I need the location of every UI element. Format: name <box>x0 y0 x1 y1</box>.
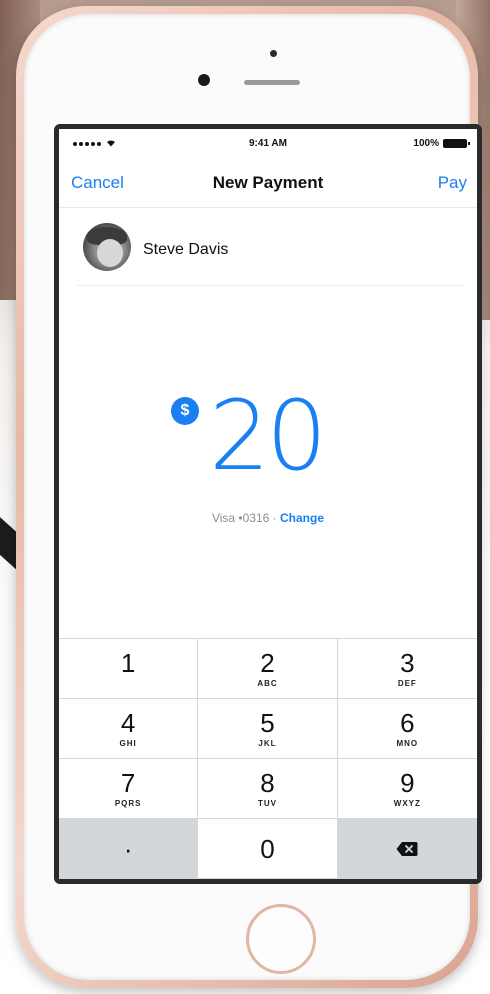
key-digit: 0 <box>260 833 275 864</box>
key-digit: 9 <box>400 767 415 798</box>
key-digit: 5 <box>260 707 275 738</box>
key-digit: 8 <box>260 767 275 798</box>
key-8[interactable]: 8 TUV <box>198 759 338 819</box>
key-7[interactable]: 7 PQRS <box>59 759 199 819</box>
battery-percent: 100% <box>413 138 439 149</box>
screen-bezel: 9:41 AM 100% Cancel New Payment Pay Stev… <box>54 124 482 884</box>
front-sensor <box>270 50 277 57</box>
amount-display: $ 20 <box>59 379 477 499</box>
key-9[interactable]: 9 WXYZ <box>337 759 477 819</box>
key-digit: 1 <box>120 647 136 678</box>
key-digit: 4 <box>120 707 136 738</box>
key-digit: 6 <box>400 707 415 738</box>
recipient-name: Steve Davis <box>143 241 229 258</box>
key-letters: GHI <box>119 738 137 748</box>
change-payment-link[interactable]: Change <box>280 511 324 525</box>
pay-button[interactable]: Pay <box>438 173 467 193</box>
status-bar: 9:41 AM 100% <box>59 129 477 159</box>
key-1[interactable]: 1 <box>59 639 199 699</box>
key-backspace[interactable] <box>337 819 477 879</box>
payment-card: Visa •0316 · <box>211 511 277 525</box>
battery-icon <box>443 139 470 148</box>
earpiece-speaker <box>244 80 300 85</box>
key-2[interactable]: 2 ABC <box>198 639 338 699</box>
key-letters: ABC <box>257 678 278 688</box>
key-decimal[interactable]: · <box>59 819 199 879</box>
avatar-face <box>97 239 123 267</box>
recipient-row[interactable]: Steve Davis <box>77 213 463 286</box>
numeric-keypad: 1 2 ABC 3 DEF 4 GHI 5 JKL 6 MNO 7 PQRS 8… <box>59 638 477 879</box>
app-screen: 9:41 AM 100% Cancel New Payment Pay Stev… <box>59 129 477 879</box>
key-0[interactable]: 0 <box>198 819 338 879</box>
amount-value: 20 <box>209 380 327 492</box>
cancel-button[interactable]: Cancel <box>71 173 124 193</box>
home-button[interactable] <box>246 904 316 974</box>
key-letters: MNO <box>396 738 419 748</box>
key-6[interactable]: 6 MNO <box>337 699 477 759</box>
key-letters: DEF <box>397 678 417 688</box>
avatar <box>83 223 131 271</box>
phone-frame: 9:41 AM 100% Cancel New Payment Pay Stev… <box>16 6 482 988</box>
front-camera <box>198 74 210 86</box>
key-4[interactable]: 4 GHI <box>59 699 199 759</box>
currency-badge: $ <box>171 397 199 425</box>
backspace-icon <box>396 841 418 857</box>
key-5[interactable]: 5 JKL <box>198 699 338 759</box>
key-digit: 3 <box>400 647 415 678</box>
key-digit: · <box>123 833 133 864</box>
payment-method: Visa •0316 · Change <box>59 511 477 525</box>
key-letters: JKL <box>258 738 277 748</box>
navigation-bar: Cancel New Payment Pay <box>59 159 477 208</box>
battery-indicator: 100% <box>413 138 470 149</box>
key-3[interactable]: 3 DEF <box>337 639 477 699</box>
key-letters: TUV <box>257 798 277 808</box>
key-digit: 2 <box>260 647 275 678</box>
key-digit: 7 <box>120 767 136 798</box>
key-letters: PQRS <box>114 798 142 808</box>
key-letters: WXYZ <box>393 798 421 808</box>
